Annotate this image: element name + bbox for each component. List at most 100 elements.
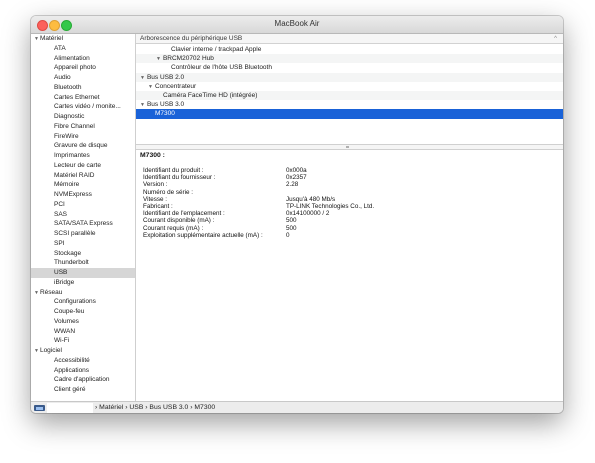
sidebar-item-label: Bluetooth: [54, 83, 82, 91]
chevron-up-icon[interactable]: ^: [554, 34, 557, 44]
sidebar-item-memoire[interactable]: Mémoire: [31, 180, 135, 190]
sidebar-item-bluetooth[interactable]: Bluetooth: [31, 83, 135, 93]
sidebar-item-materiel-raid[interactable]: Matériel RAID: [31, 171, 135, 181]
sidebar-group-materiel[interactable]: ▼Matériel: [31, 34, 135, 44]
detail-field-label: Identifiant du produit :: [143, 167, 204, 174]
sidebar-item-label: Alimentation: [54, 54, 90, 62]
breadcrumb-item-usb[interactable]: USB: [129, 404, 143, 411]
sidebar-item-audio[interactable]: Audio: [31, 73, 135, 83]
sidebar: ▼Matériel ATA Alimentation Appareil photo Au…: [31, 34, 136, 401]
sidebar-item-label: Imprimantes: [54, 152, 90, 159]
detail-field-value: 0: [286, 231, 290, 239]
detail-field-label: Identifiant du fournisseur :: [143, 174, 216, 182]
detail-field-label: Version :: [143, 181, 168, 189]
sidebar-item-label: Logiciel: [39, 347, 62, 354]
tree-row-label: Bus USB 2.0: [146, 73, 185, 81]
tree-row-clavier-interne-trackpad-apple[interactable]: Clavier interne / trackpad Apple: [136, 45, 563, 54]
disclosure-triangle-icon[interactable]: ▼: [140, 102, 145, 108]
tree-row-bus-usb-3-0[interactable]: ▼ Bus USB 3.0: [136, 100, 563, 109]
pane-splitter[interactable]: [136, 144, 563, 150]
sidebar-item-coupe-feu[interactable]: Coupe-feu: [31, 307, 135, 317]
sidebar-item-label: USB: [54, 269, 68, 276]
sidebar-group-reseau[interactable]: ▼Réseau: [31, 288, 135, 298]
sidebar-item-label: Matériel RAID: [54, 171, 95, 179]
sidebar-item-label: Volumes: [54, 317, 79, 325]
tree-row-concentrateur[interactable]: ▼ Concentrateur: [136, 82, 563, 91]
sidebar-item-nvmexpress[interactable]: NVMExpress: [31, 190, 135, 200]
tree-row-brcm20702-hub[interactable]: ▼ BRCM20702 Hub: [136, 54, 563, 64]
sidebar-item-cartes-ethernet[interactable]: Cartes Ethernet: [31, 93, 135, 103]
sidebar-item-client-gere[interactable]: Client géré: [31, 385, 135, 395]
sidebar-item-wi-fi[interactable]: Wi-Fi: [31, 336, 135, 346]
sidebar-item-diagnostic[interactable]: Diagnostic: [31, 112, 135, 122]
sidebar-item-label: ATA: [54, 44, 66, 52]
sidebar-item-label: Diagnostic: [54, 113, 85, 120]
tree-column-header[interactable]: Arborescence du périphérique USB ^: [136, 34, 563, 44]
detail-field-value: 0x2357: [286, 174, 307, 182]
sidebar-item-label: Gravure de disque: [54, 142, 108, 150]
sidebar-item-label: Configurations: [54, 298, 96, 306]
computer-icon: [34, 405, 45, 411]
sidebar-item-applications[interactable]: Applications: [31, 366, 135, 376]
disclosure-triangle-icon[interactable]: ▼: [34, 290, 39, 296]
sidebar-item-cartes-video-monite[interactable]: Cartes vidéo / monite...: [31, 102, 135, 112]
sidebar-item-pci[interactable]: PCI: [31, 200, 135, 210]
sidebar-item-stockage[interactable]: Stockage: [31, 249, 135, 259]
sidebar-item-spi[interactable]: SPI: [31, 239, 135, 249]
sidebar-item-label: Cartes Ethernet: [54, 93, 100, 101]
sidebar-item-label: NVMExpress: [54, 191, 92, 198]
window-title: MacBook Air: [274, 19, 320, 28]
sidebar-item-label: WWAN: [54, 327, 76, 335]
sidebar-item-label: Matériel: [39, 35, 64, 42]
sidebar-item-fibre-channel[interactable]: Fibre Channel: [31, 122, 135, 132]
sidebar-item-imprimantes[interactable]: Imprimantes: [31, 151, 135, 161]
sidebar-item-thunderbolt[interactable]: Thunderbolt: [31, 258, 135, 268]
sidebar-item-label: Réseau: [39, 288, 63, 296]
sidebar-group-logiciel[interactable]: ▼Logiciel: [31, 346, 135, 356]
detail-field-label: Numéro de série :: [143, 188, 194, 196]
sidebar-item-cadre-d-application[interactable]: Cadre d'application: [31, 375, 135, 385]
splitter-handle-icon[interactable]: [346, 146, 349, 148]
breadcrumb-item-bus-usb-3-0[interactable]: Bus USB 3.0: [149, 404, 188, 411]
sidebar-item-label: Mémoire: [54, 181, 80, 189]
breadcrumb: › Matériel › USB › Bus USB 3.0 › M7300: [95, 402, 215, 413]
sidebar-item-accessibilite[interactable]: Accessibilité: [31, 356, 135, 366]
sidebar-item-configurations[interactable]: Configurations: [31, 297, 135, 307]
disclosure-triangle-icon[interactable]: ▼: [34, 348, 39, 354]
main-pane: Arborescence du périphérique USB ^ Clavi…: [136, 34, 563, 401]
disclosure-triangle-icon[interactable]: ▼: [156, 56, 161, 62]
system-information-window: MacBook Air ▼Matériel ATA Alimentation Appa…: [31, 16, 563, 413]
sidebar-item-label: Appareil photo: [54, 64, 96, 72]
sidebar-item-usb[interactable]: USB: [31, 268, 135, 278]
sidebar-item-label: Lecteur de carte: [54, 161, 101, 169]
detail-field-label: Identifiant de l'emplacement :: [143, 210, 225, 218]
tree-row-m7300[interactable]: M7300: [136, 109, 563, 119]
disclosure-triangle-icon[interactable]: ▼: [34, 36, 39, 42]
sidebar-item-wwan[interactable]: WWAN: [31, 327, 135, 337]
sidebar-item-sata-sata-express[interactable]: SATA/SATA Express: [31, 219, 135, 229]
tree-row-camera-facetime-hd-integree[interactable]: Caméra FaceTime HD (intégrée): [136, 91, 563, 101]
disclosure-triangle-icon[interactable]: ▼: [148, 84, 153, 90]
tree-row-label: Clavier interne / trackpad Apple: [171, 46, 262, 53]
breadcrumb-item-materiel[interactable]: Matériel: [99, 404, 123, 411]
sidebar-item-ata[interactable]: ATA: [31, 44, 135, 54]
sidebar-item-gravure-de-disque[interactable]: Gravure de disque: [31, 141, 135, 151]
detail-field-value: 0x000a: [286, 167, 307, 174]
sidebar-item-lecteur-de-carte[interactable]: Lecteur de carte: [31, 161, 135, 171]
disclosure-triangle-icon[interactable]: ▼: [140, 75, 145, 81]
sidebar-item-label: iBridge: [54, 278, 75, 286]
tree-column-title: Arborescence du périphérique USB: [140, 35, 243, 42]
breadcrumb-item-m7300[interactable]: M7300: [194, 404, 215, 411]
sidebar-item-appareil-photo[interactable]: Appareil photo: [31, 63, 135, 73]
sidebar-item-sas[interactable]: SAS: [31, 210, 135, 220]
detail-field-value: 500: [286, 217, 297, 225]
sidebar-item-ibridge[interactable]: iBridge: [31, 278, 135, 288]
sidebar-item-scsi-parallele[interactable]: SCSI parallèle: [31, 229, 135, 239]
sidebar-item-volumes[interactable]: Volumes: [31, 317, 135, 327]
sidebar-item-alimentation[interactable]: Alimentation: [31, 54, 135, 64]
tree-row-bus-usb-2-0[interactable]: ▼ Bus USB 2.0: [136, 72, 563, 82]
sidebar-item-firewire[interactable]: FireWire: [31, 132, 135, 142]
tree-row-controleur-de-l-hote-usb-bluetooth[interactable]: Contrôleur de l'hôte USB Bluetooth: [136, 63, 563, 72]
sidebar-item-label: Coupe-feu: [54, 308, 85, 315]
sidebar-item-label: FireWire: [54, 132, 79, 140]
